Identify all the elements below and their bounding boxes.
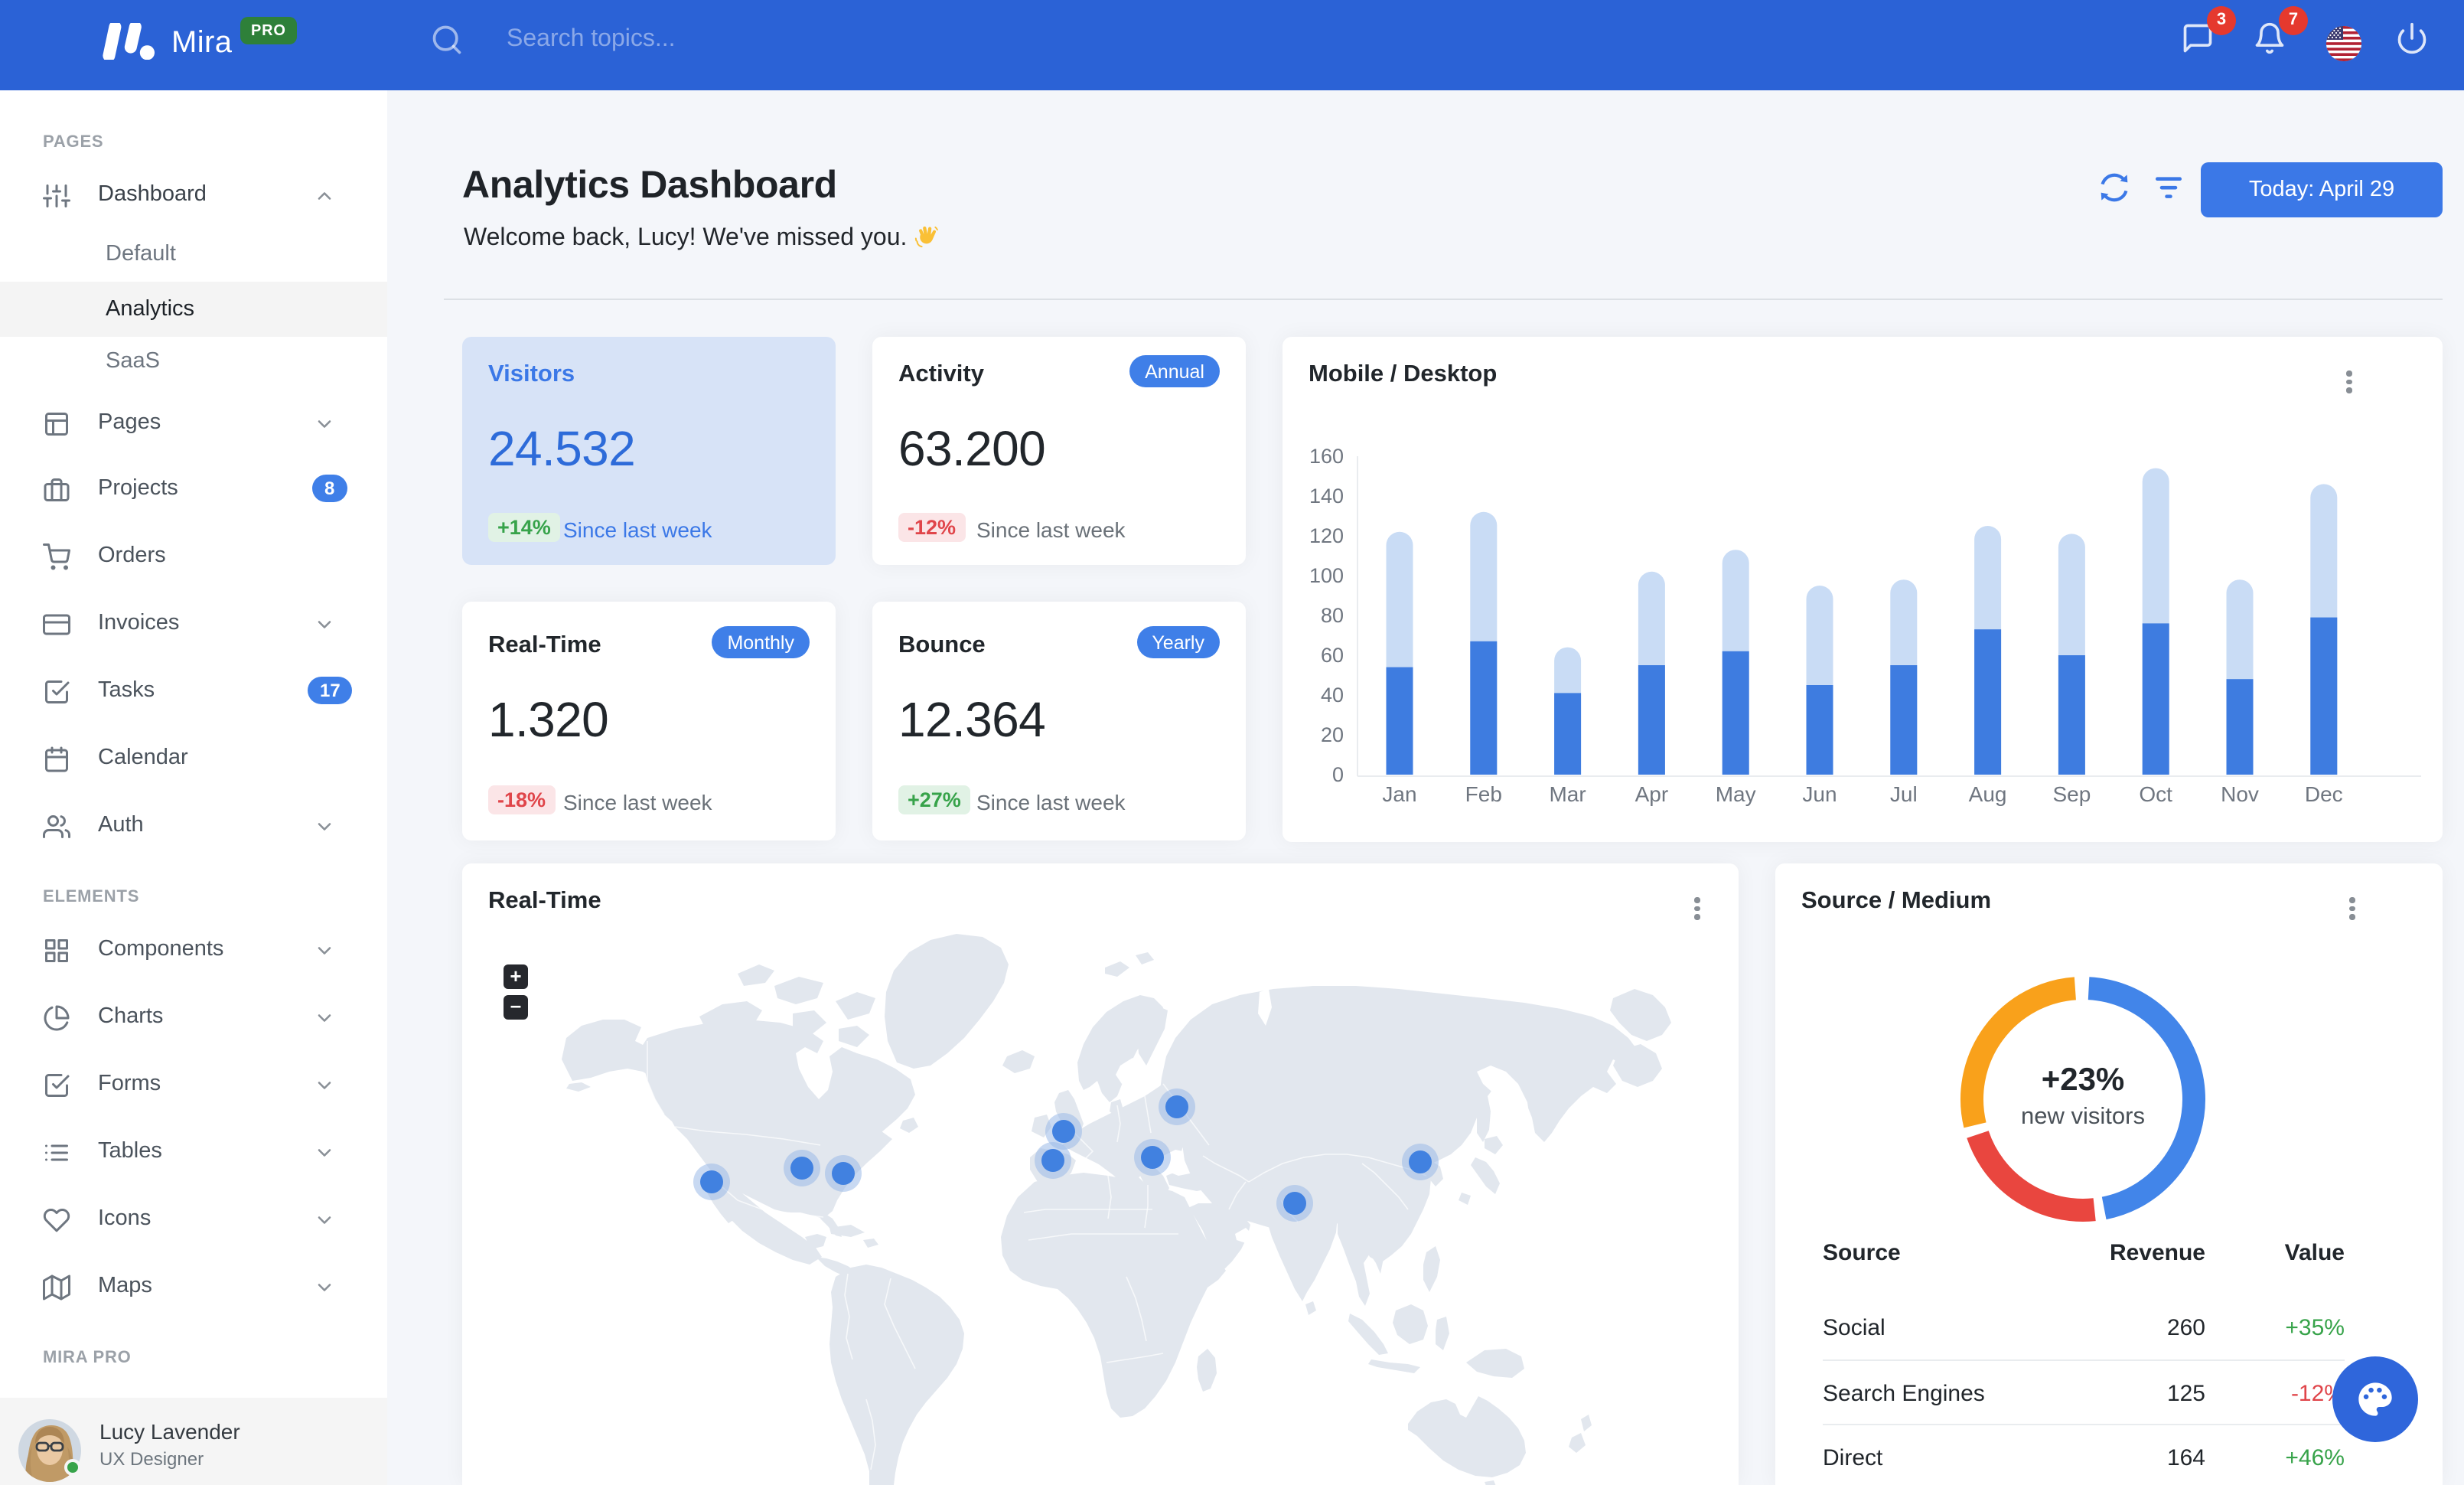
svg-text:40: 40 <box>1321 684 1344 707</box>
svg-text:80: 80 <box>1321 604 1344 627</box>
svg-text:120: 120 <box>1309 524 1344 547</box>
svg-text:20: 20 <box>1321 723 1344 746</box>
svg-text:160: 160 <box>1309 445 1344 468</box>
svg-text:Aug: Aug <box>1969 782 2007 806</box>
svg-text:60: 60 <box>1321 644 1344 667</box>
svg-text:140: 140 <box>1309 485 1344 508</box>
svg-text:Nov: Nov <box>2221 782 2259 806</box>
svg-text:Mar: Mar <box>1549 782 1586 806</box>
svg-text:0: 0 <box>1332 763 1344 786</box>
svg-text:Apr: Apr <box>1635 782 1669 806</box>
svg-text:Feb: Feb <box>1465 782 1502 806</box>
svg-text:Jan: Jan <box>1382 782 1416 806</box>
svg-text:Dec: Dec <box>2305 782 2343 806</box>
svg-text:Sep: Sep <box>2052 782 2091 806</box>
svg-text:May: May <box>1716 782 1756 806</box>
svg-text:100: 100 <box>1309 564 1344 587</box>
svg-text:Jul: Jul <box>1890 782 1918 806</box>
svg-text:Oct: Oct <box>2139 782 2172 806</box>
svg-text:Jun: Jun <box>1802 782 1837 806</box>
